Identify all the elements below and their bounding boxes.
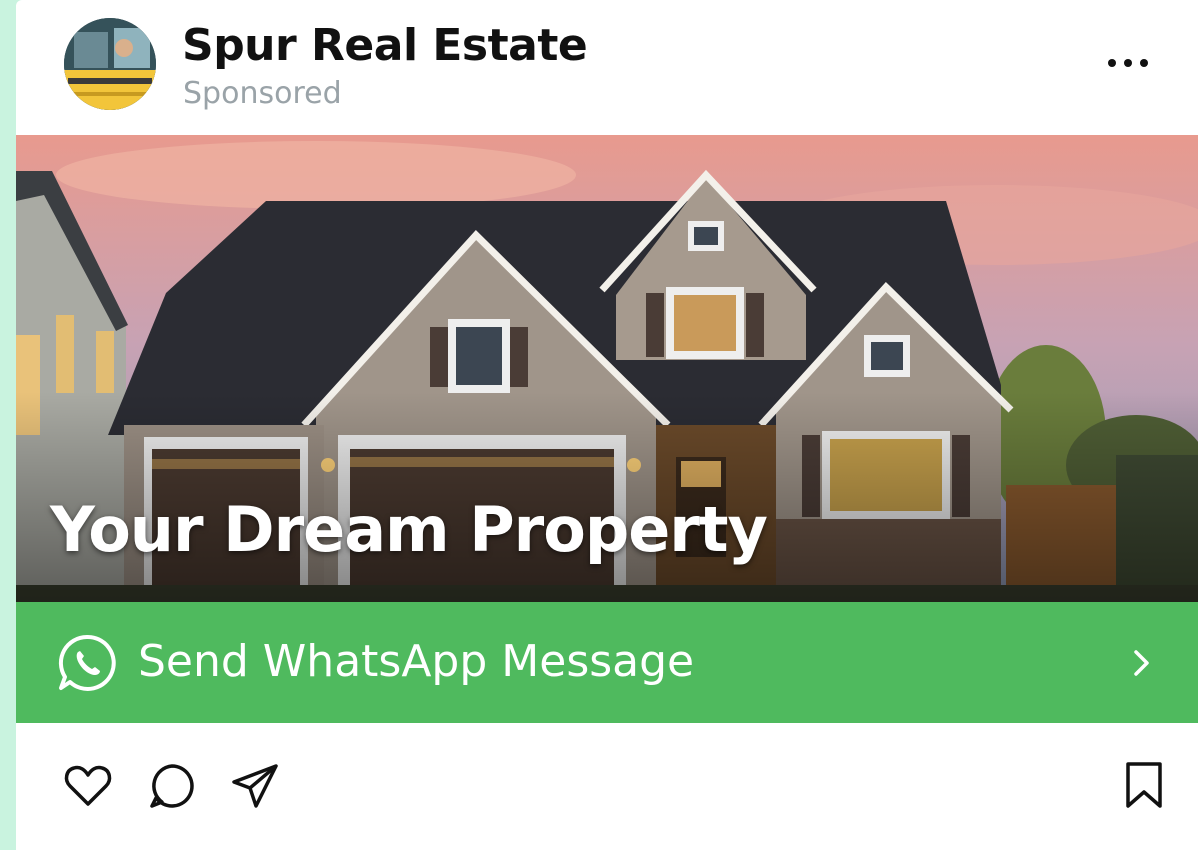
send-icon: [232, 764, 278, 808]
heart-icon: [64, 765, 112, 806]
ad-post-card: Spur Real Estate Sponsored Your Dream Pr…: [16, 0, 1198, 850]
post-header: Spur Real Estate Sponsored: [16, 0, 1198, 135]
brand-avatar[interactable]: [64, 18, 156, 110]
brand-name[interactable]: Spur Real Estate: [182, 20, 588, 71]
chevron-right-icon: [1134, 650, 1149, 676]
comment-icon: [150, 764, 194, 808]
more-options-button[interactable]: [1098, 46, 1158, 80]
send-whatsapp-message-button[interactable]: Send WhatsApp Message: [16, 602, 1198, 723]
ad-headline: Your Dream Property: [50, 493, 768, 566]
cta-label: Send WhatsApp Message: [138, 636, 695, 687]
save-button[interactable]: [1118, 760, 1170, 812]
like-button[interactable]: [62, 760, 114, 812]
avatar-image: [64, 18, 156, 110]
comment-button[interactable]: [146, 760, 198, 812]
more-horizontal-icon: [1108, 59, 1148, 67]
sponsored-label: Sponsored: [183, 76, 342, 111]
hero-image[interactable]: Your Dream Property: [16, 135, 1198, 602]
whatsapp-icon: [58, 634, 116, 691]
bookmark-icon: [1126, 762, 1162, 808]
share-button[interactable]: [230, 760, 282, 812]
